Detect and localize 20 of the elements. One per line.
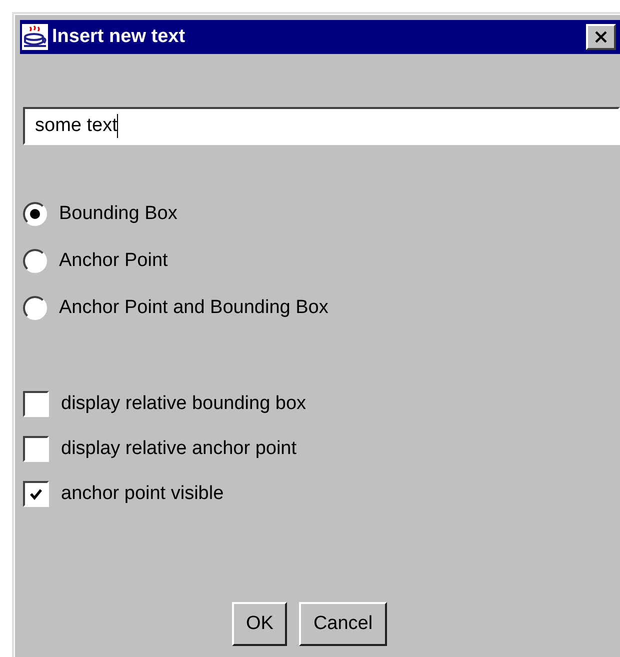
radio-button[interactable] (23, 202, 47, 226)
checkbox[interactable] (23, 390, 49, 416)
check-icon (29, 486, 43, 500)
window-title: Insert new text (52, 26, 186, 48)
checkbox-label: display relative bounding box (61, 392, 306, 414)
cup-icon (22, 24, 48, 50)
radio-button[interactable] (23, 296, 47, 320)
checkbox-label: display relative anchor point (61, 438, 297, 460)
radio-label: Anchor Point (59, 250, 168, 272)
radio-label: Bounding Box (59, 202, 178, 224)
dialog-button[interactable]: Cancel (299, 602, 387, 646)
checkbox[interactable] (23, 436, 49, 462)
checkbox[interactable] (23, 480, 49, 506)
close-button[interactable] (586, 24, 616, 50)
radio-label: Anchor Point and Bounding Box (59, 296, 328, 318)
text-field[interactable]: some text (23, 107, 620, 145)
radio-button[interactable] (23, 248, 47, 272)
close-icon (594, 31, 608, 43)
dialog-button[interactable]: OK (232, 602, 288, 646)
checkbox-label: anchor point visible (61, 482, 224, 504)
